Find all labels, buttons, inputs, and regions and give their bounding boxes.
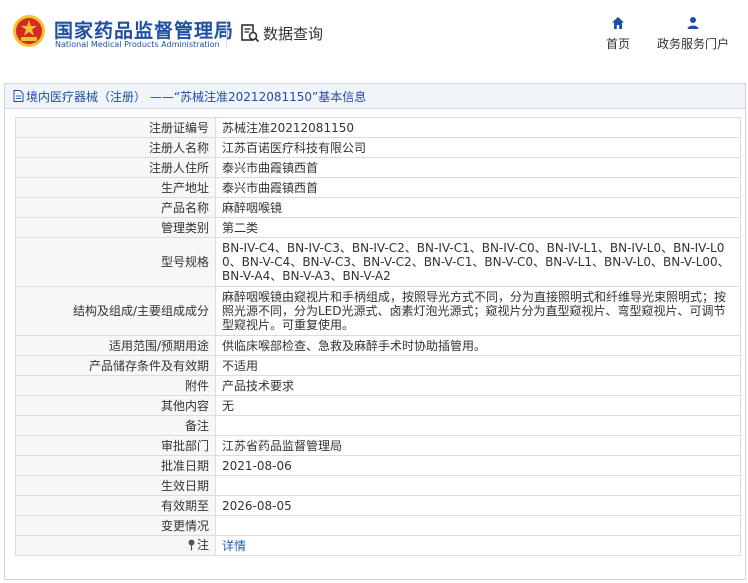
table-row: 型号规格 BN-IV-C4、BN-IV-C3、BN-IV-C2、BN-IV-C1…: [15, 237, 741, 287]
row-value: 无: [215, 395, 741, 416]
table-row: 产品储存条件及有效期 不适用: [15, 355, 741, 376]
table-row: 注册人名称 江苏百诺医疗科技有限公司: [15, 137, 741, 158]
site-header: 国家药品监督管理局 National Medical Products Admi…: [0, 0, 748, 70]
row-label: 注册证编号: [15, 117, 216, 138]
row-label: 产品名称: [15, 197, 216, 218]
note-label-cell: 注: [15, 535, 216, 556]
panel-title: 境内医疗器械（注册） ——“苏械注准20212081150”基本信息: [26, 89, 367, 104]
info-panel: 境内医疗器械（注册） ——“苏械注准20212081150”基本信息 注册证编号…: [4, 83, 746, 580]
row-value: 供临床喉部检查、急救及麻醉手术时协助插管用。: [215, 335, 741, 356]
row-value: [215, 515, 741, 536]
nav-service-portal[interactable]: 政务服务门户: [653, 16, 733, 52]
row-value: [215, 475, 741, 496]
row-label: 适用范围/预期用途: [15, 335, 216, 356]
row-value: 产品技术要求: [215, 375, 741, 396]
table-row: 附件 产品技术要求: [15, 375, 741, 396]
nav-portal-label: 政务服务门户: [656, 37, 729, 51]
document-search-icon: [241, 24, 260, 43]
note-value-cell: 详情: [215, 535, 741, 556]
table-row: 有效期至 2026-08-05: [15, 495, 741, 516]
nav-home[interactable]: 首页: [603, 16, 633, 52]
table-row: 注 详情: [15, 535, 741, 556]
table-row: 结构及组成/主要组成成分 麻醉咽喉镜由窥视片和手柄组成，按照导光方式不同，分为直…: [15, 286, 741, 336]
row-value: 不适用: [215, 355, 741, 376]
row-value: 泰兴市曲霞镇西首: [215, 177, 741, 198]
row-label: 变更情况: [15, 515, 216, 536]
data-query-link[interactable]: 数据查询: [240, 22, 323, 44]
table-row: 备注: [15, 415, 741, 436]
row-label: 产品储存条件及有效期: [15, 355, 216, 376]
table-row: 其他内容 无: [15, 395, 741, 416]
details-link[interactable]: 详情: [222, 539, 246, 553]
row-value: 江苏省药品监督管理局: [215, 435, 741, 456]
row-label: 注册人住所: [15, 157, 216, 178]
table-row: 管理类别 第二类: [15, 217, 741, 238]
site-name-cn: 国家药品监督管理局: [54, 20, 235, 42]
row-value: 麻醉咽喉镜由窥视片和手柄组成，按照导光方式不同，分为直接照明式和纤维导光束照明式…: [215, 286, 741, 336]
row-label: 型号规格: [15, 237, 216, 287]
panel-title-bar: 境内医疗器械（注册） ——“苏械注准20212081150”基本信息: [5, 84, 745, 109]
row-label: 附件: [15, 375, 216, 396]
table-row: 适用范围/预期用途 供临床喉部检查、急救及麻醉手术时协助插管用。: [15, 335, 741, 356]
table-row: 变更情况: [15, 515, 741, 536]
row-label: 有效期至: [15, 495, 216, 516]
table-row: 注册证编号 苏械注准20212081150: [15, 117, 741, 138]
table-row: 生产地址 泰兴市曲霞镇西首: [15, 177, 741, 198]
table-row: 产品名称 麻醉咽喉镜: [15, 197, 741, 218]
row-value: 江苏百诺医疗科技有限公司: [215, 137, 741, 158]
row-value: BN-IV-C4、BN-IV-C3、BN-IV-C2、BN-IV-C1、BN-I…: [215, 237, 741, 287]
row-value: 2026-08-05: [215, 495, 741, 516]
nav-home-label: 首页: [605, 37, 630, 51]
row-label: 审批部门: [15, 435, 216, 456]
data-query-label: 数据查询: [263, 24, 324, 43]
pushpin-icon: [188, 539, 195, 550]
row-value: 苏械注准20212081150: [215, 117, 741, 138]
row-value: 泰兴市曲霞镇西首: [215, 157, 741, 178]
row-label: 注册人名称: [15, 137, 216, 158]
note-label: 注: [187, 538, 209, 552]
row-value: [215, 415, 741, 436]
user-icon: [687, 17, 699, 29]
national-emblem-icon: [13, 15, 45, 47]
table-row: 审批部门 江苏省药品监督管理局: [15, 435, 741, 456]
row-label: 其他内容: [15, 395, 216, 416]
row-label: 批准日期: [15, 455, 216, 476]
header-divider: [226, 18, 227, 48]
row-label: 结构及组成/主要组成成分: [15, 286, 216, 336]
site-name-en: National Medical Products Administration: [55, 40, 220, 49]
row-label: 生产地址: [15, 177, 216, 198]
table-row: 批准日期 2021-08-06: [15, 455, 741, 476]
row-label: 备注: [15, 415, 216, 436]
info-table: 注册证编号 苏械注准20212081150 注册人名称 江苏百诺医疗科技有限公司…: [15, 117, 741, 556]
row-label: 生效日期: [15, 475, 216, 496]
document-icon: [13, 90, 24, 102]
home-icon: [612, 17, 624, 29]
row-value: 第二类: [215, 217, 741, 238]
table-row: 注册人住所 泰兴市曲霞镇西首: [15, 157, 741, 178]
table-row: 生效日期: [15, 475, 741, 496]
row-value: 麻醉咽喉镜: [215, 197, 741, 218]
row-label: 管理类别: [15, 217, 216, 238]
note-label-text: 注: [196, 537, 209, 552]
row-value: 2021-08-06: [215, 455, 741, 476]
